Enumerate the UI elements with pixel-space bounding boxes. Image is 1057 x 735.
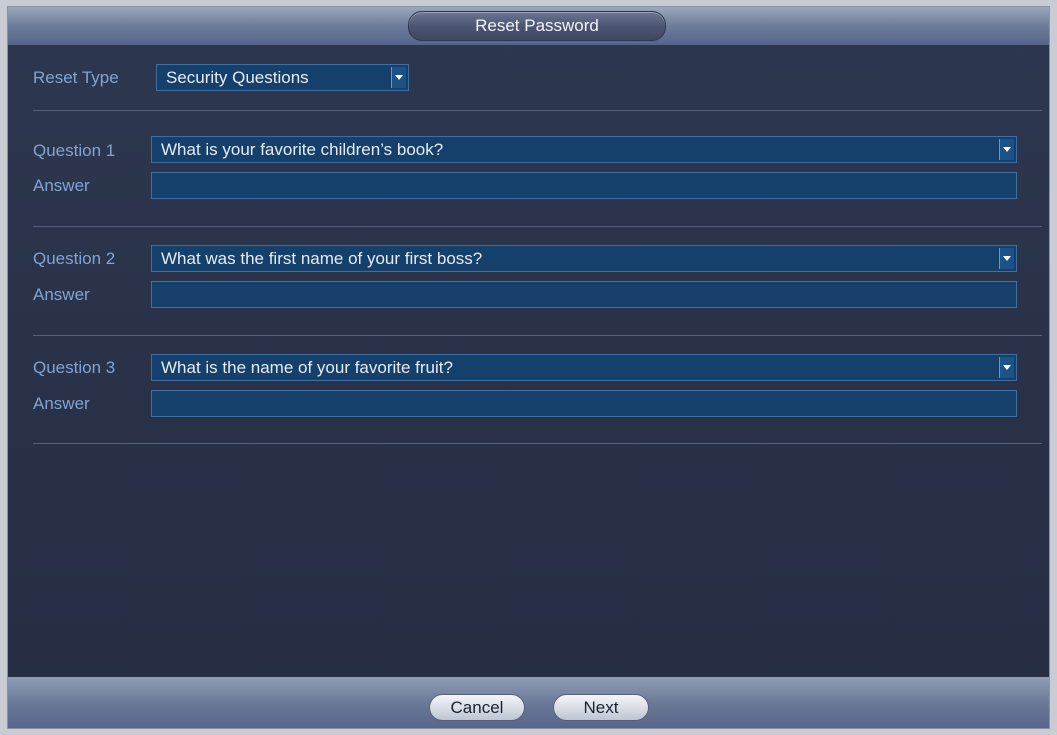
chevron-down-icon[interactable] bbox=[391, 67, 406, 88]
question-1-label: Question 1 bbox=[33, 141, 116, 160]
question-3-label: Question 3 bbox=[33, 358, 116, 377]
chevron-down-icon[interactable] bbox=[999, 357, 1014, 378]
question-2-value: What was the first name of your first bo… bbox=[161, 249, 483, 268]
answer-2-input[interactable] bbox=[151, 281, 1017, 308]
reset-type-label: Reset Type bbox=[33, 68, 119, 87]
question-1-select[interactable]: What is your favorite children’s book? bbox=[151, 136, 1017, 163]
answer-3-label: Answer bbox=[33, 394, 90, 413]
divider bbox=[33, 335, 1042, 336]
footer-bar: Cancel Next bbox=[8, 677, 1049, 728]
answer-1-label: Answer bbox=[33, 176, 90, 195]
answer-1-input[interactable] bbox=[151, 172, 1017, 199]
reset-type-select[interactable]: Security Questions bbox=[156, 64, 409, 91]
divider bbox=[33, 443, 1042, 444]
next-button[interactable]: Next bbox=[553, 694, 649, 721]
divider bbox=[33, 110, 1042, 111]
question-3-select[interactable]: What is the name of your favorite fruit? bbox=[151, 354, 1017, 381]
question-2-label: Question 2 bbox=[33, 249, 116, 268]
question-3-value: What is the name of your favorite fruit? bbox=[161, 358, 453, 377]
question-1-value: What is your favorite children’s book? bbox=[161, 140, 444, 159]
chevron-down-icon[interactable] bbox=[999, 248, 1014, 269]
chevron-down-icon[interactable] bbox=[999, 139, 1014, 160]
reset-password-dialog: Reset Password Reset Type Security Quest… bbox=[8, 7, 1049, 728]
cancel-button[interactable]: Cancel bbox=[429, 694, 525, 721]
answer-2-label: Answer bbox=[33, 285, 90, 304]
answer-3-input[interactable] bbox=[151, 390, 1017, 417]
dialog-title: Reset Password bbox=[408, 11, 666, 41]
question-2-select[interactable]: What was the first name of your first bo… bbox=[151, 245, 1017, 272]
title-bar: Reset Password bbox=[8, 7, 1049, 45]
divider bbox=[33, 226, 1042, 227]
reset-type-value: Security Questions bbox=[166, 68, 309, 87]
